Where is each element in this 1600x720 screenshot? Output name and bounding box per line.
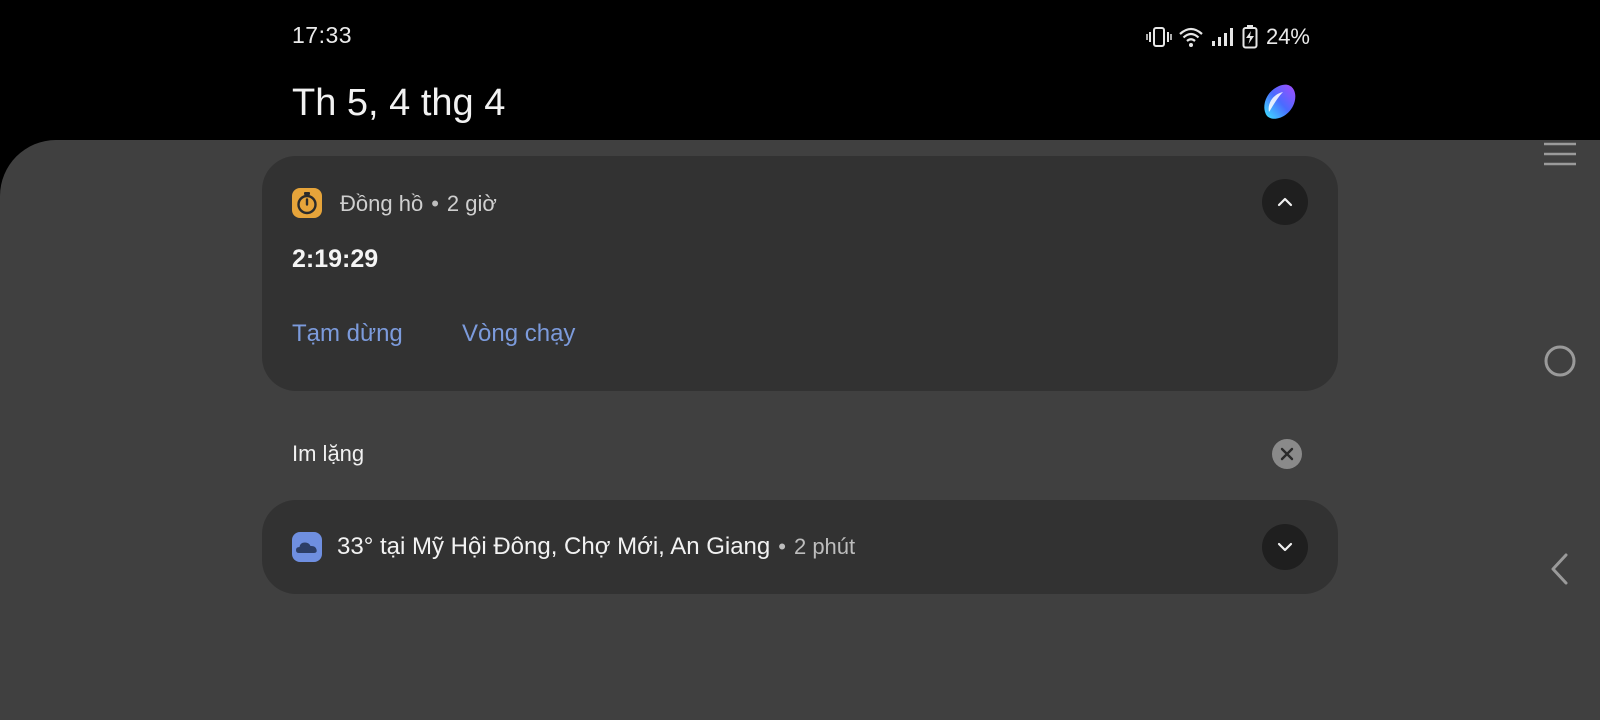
pause-button[interactable]: Tạm dừng [292, 320, 403, 348]
signal-icon [1210, 26, 1236, 48]
wifi-icon [1178, 26, 1204, 48]
screen: 17:33 24% Th 5, 4 thg 4 Đồng hồ • 2 giờ … [0, 0, 1600, 720]
recents-button[interactable] [1540, 134, 1580, 174]
time-ago: 2 phút [793, 534, 856, 559]
date-label: Th 5, 4 thg 4 [292, 82, 506, 124]
status-icons: 24% [1146, 24, 1310, 50]
clear-silent-button[interactable] [1272, 439, 1302, 469]
separator-dot: • [778, 534, 786, 559]
timer-value: 2:19:29 [292, 245, 379, 273]
time-ago: 2 giờ [446, 191, 497, 216]
back-icon [1551, 553, 1568, 585]
home-button[interactable] [1540, 341, 1580, 381]
weather-cloud-icon [292, 532, 322, 562]
chevron-up-icon [1277, 197, 1293, 207]
stopwatch-icon [292, 188, 322, 218]
chevron-down-icon [1277, 542, 1293, 552]
weather-notification-header: 33° tại Mỹ Hội Đông, Chợ Mới, An Giang • 2… [337, 533, 855, 561]
vibrate-icon [1146, 26, 1172, 48]
silent-section-label: Im lặng [292, 441, 365, 466]
weather-title: 33° tại Mỹ Hội Đông, Chợ Mới, An Giang [337, 533, 771, 560]
bixby-icon[interactable] [1259, 82, 1299, 122]
back-button[interactable] [1540, 549, 1580, 589]
battery-percent: 24% [1265, 24, 1310, 49]
expand-button[interactable] [1262, 524, 1308, 570]
app-name: Đồng hồ [340, 191, 424, 216]
separator-dot: • [431, 191, 439, 216]
collapse-button[interactable] [1262, 179, 1308, 225]
recents-icon [1544, 142, 1576, 166]
home-icon [1544, 345, 1576, 377]
clock-notification-header: Đồng hồ • 2 giờ [340, 191, 497, 217]
lap-button[interactable]: Vòng chạy [462, 320, 575, 348]
battery-charging-icon [1242, 25, 1258, 49]
status-bar: 17:33 24% [0, 0, 1600, 72]
close-icon [1280, 447, 1294, 461]
status-time: 17:33 [292, 22, 353, 48]
